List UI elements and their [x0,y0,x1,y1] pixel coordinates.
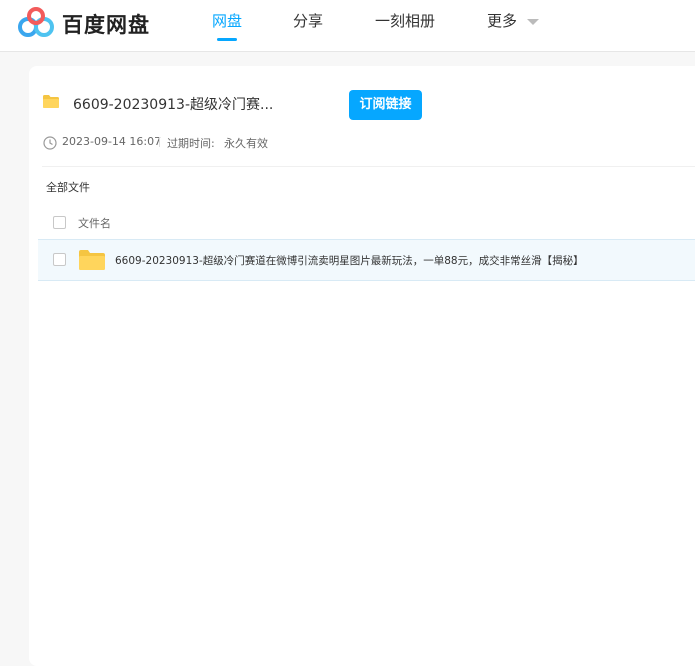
share-card [29,66,695,666]
folder-icon [43,95,59,108]
column-header-filename[interactable]: 文件名 [78,215,111,231]
section-divider [42,166,695,167]
breadcrumb[interactable]: 全部文件 [46,179,90,195]
nav-netdisk[interactable]: 网盘 [212,10,242,31]
subscribe-link-button[interactable]: 订阅链接 [349,90,422,120]
expire-label: 过期时间: [167,137,215,150]
folder-icon[interactable] [79,250,105,270]
expire-value: 永久有效 [224,137,268,150]
baidu-netdisk-logo-icon[interactable] [18,7,54,39]
share-date: 2023-09-14 16:07 [62,135,162,148]
brand-name[interactable]: 百度网盘 [62,9,150,39]
row-checkbox[interactable] [53,253,66,266]
nav-active-indicator [217,38,237,41]
clock-icon [43,136,57,150]
meta-divider [159,137,160,147]
select-all-checkbox[interactable] [53,216,66,229]
share-title: 6609-20230913-超级冷门赛... [73,97,274,113]
nav-album[interactable]: 一刻相册 [375,10,435,31]
nav-more[interactable]: 更多 [487,10,517,31]
chevron-down-icon[interactable] [527,19,539,25]
top-bar: 百度网盘 网盘 分享 一刻相册 更多 [0,0,695,52]
nav-share[interactable]: 分享 [293,10,323,31]
file-name-link[interactable]: 6609-20230913-超级冷门赛道在微博引流卖明星图片最新玩法，一单88元… [115,253,584,268]
